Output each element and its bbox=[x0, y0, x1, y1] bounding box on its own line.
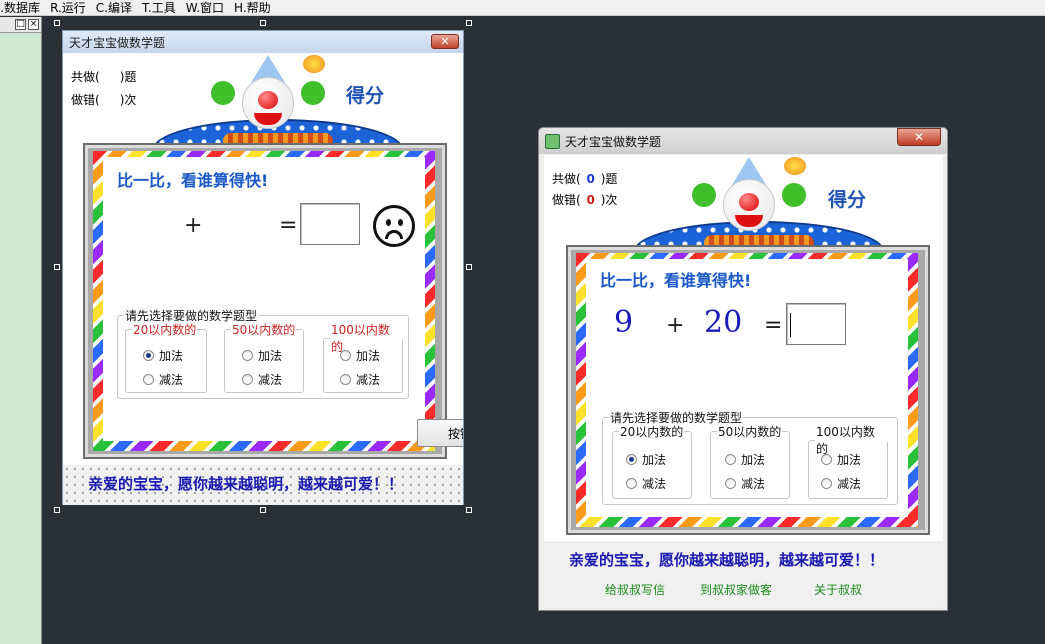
menu-help[interactable]: H.帮助 bbox=[234, 0, 271, 16]
radio-20-add[interactable]: 加法 bbox=[143, 347, 183, 364]
pin-icon[interactable]: □ bbox=[15, 19, 26, 30]
radio-100-add[interactable]: 加法 bbox=[821, 451, 861, 468]
link-write-letter[interactable]: 给叔叔写信 bbox=[605, 581, 665, 598]
equals-label: = bbox=[764, 313, 783, 338]
radio-50-sub[interactable]: 减法 bbox=[725, 475, 765, 492]
wrong-count-label: 做错()次 bbox=[71, 93, 137, 107]
close-icon: ✕ bbox=[440, 35, 450, 48]
radio-100-add[interactable]: 加法 bbox=[340, 347, 380, 364]
quiz-board: 比一比，看谁算得快! + = 请先选择要做的数学题型 20以内数的 50以内数的 bbox=[83, 143, 447, 459]
answer-input[interactable] bbox=[786, 303, 846, 345]
radio-50-add[interactable]: 加法 bbox=[725, 451, 765, 468]
operator-label: + bbox=[184, 213, 203, 238]
link-about[interactable]: 关于叔叔 bbox=[814, 581, 862, 598]
radio-20-sub[interactable]: 减法 bbox=[626, 475, 666, 492]
wish-text: 亲爱的宝宝，愿你越来越聪明，越来越可爱！！ bbox=[569, 551, 885, 569]
menu-compile[interactable]: C.编译 bbox=[96, 0, 132, 16]
design-form-title: 天才宝宝做数学题 bbox=[69, 35, 166, 50]
app-icon bbox=[545, 133, 560, 149]
design-form-titlebar[interactable]: 天才宝宝做数学题 ✕ bbox=[63, 31, 463, 53]
dock-panel-bar: □ × bbox=[0, 17, 41, 33]
design-button[interactable]: 按钮 bbox=[417, 419, 463, 447]
running-app-titlebar[interactable]: 天才宝宝做数学题 ✕ bbox=[539, 128, 947, 154]
wish-text: 亲爱的宝宝，愿你越来越聪明，越来越可爱！！ bbox=[88, 475, 404, 493]
operand-b: 20 bbox=[704, 305, 743, 340]
quiz-paper: 比一比，看谁算得快! 9 + 20 = 请先选择要做的数学题型 20以内数的 5… bbox=[586, 259, 908, 517]
quiz-headline: 比一比，看谁算得快! bbox=[117, 171, 269, 190]
wrong-count-value: 0 bbox=[586, 193, 595, 207]
running-app-title: 天才宝宝做数学题 bbox=[565, 134, 662, 149]
done-count-value: 0 bbox=[586, 172, 595, 186]
resize-handle[interactable] bbox=[466, 264, 472, 270]
score-label: 得分 bbox=[828, 189, 867, 211]
running-app-client: 共做(0)题 做错(0)次 得分 比一比，看谁算得快! 9 + 20 = bbox=[544, 155, 943, 541]
menu-bar: B.数据库 R.运行 C.编译 T.工具 W.窗口 H.帮助 bbox=[0, 0, 1045, 16]
resize-handle[interactable] bbox=[466, 507, 472, 513]
radio-50-add[interactable]: 加法 bbox=[242, 347, 282, 364]
done-count-label: 共做()题 bbox=[71, 70, 137, 84]
score-label: 得分 bbox=[346, 85, 385, 107]
link-visit[interactable]: 到叔叔家做客 bbox=[700, 581, 772, 598]
operand-a: 9 bbox=[614, 305, 634, 340]
link-write-letter[interactable]: 给叔叔写信 bbox=[124, 503, 184, 505]
link-visit[interactable]: 到叔叔家做客 bbox=[219, 503, 291, 505]
quiz-paper: 比一比，看谁算得快! + = 请先选择要做的数学题型 20以内数的 50以内数的 bbox=[103, 157, 425, 441]
answer-input[interactable] bbox=[300, 203, 360, 245]
quiz-board: 比一比，看谁算得快! 9 + 20 = 请先选择要做的数学题型 20以内数的 5… bbox=[566, 245, 930, 535]
operator-label: + bbox=[666, 313, 685, 338]
menu-run[interactable]: R.运行 bbox=[50, 0, 86, 16]
design-form-window[interactable]: 天才宝宝做数学题 ✕ 共做()题 做错()次 得分 比一比，看谁算得快! + = bbox=[62, 30, 464, 505]
resize-handle[interactable] bbox=[54, 20, 60, 26]
done-count-label: 共做(0)题 bbox=[552, 172, 618, 186]
resize-handle[interactable] bbox=[54, 264, 60, 270]
close-icon[interactable]: × bbox=[28, 19, 39, 30]
design-form-client: 共做()题 做错()次 得分 比一比，看谁算得快! + = 请先选择要做的数… bbox=[63, 53, 463, 505]
resize-handle[interactable] bbox=[260, 20, 266, 26]
radio-20-sub[interactable]: 减法 bbox=[143, 371, 183, 388]
resize-handle[interactable] bbox=[466, 20, 472, 26]
close-button[interactable]: ✕ bbox=[897, 128, 941, 146]
equals-label: = bbox=[279, 213, 298, 238]
radio-50-sub[interactable]: 减法 bbox=[242, 371, 282, 388]
close-icon: ✕ bbox=[913, 130, 925, 144]
wrong-count-label: 做错(0)次 bbox=[552, 193, 618, 207]
running-app-window[interactable]: 天才宝宝做数学题 ✕ 共做(0)题 做错(0)次 得分 比一比，看谁算得快! 9… bbox=[538, 127, 948, 611]
close-button[interactable]: ✕ bbox=[431, 34, 459, 49]
sad-face-icon bbox=[373, 205, 415, 247]
radio-100-sub[interactable]: 减法 bbox=[821, 475, 861, 492]
menu-tools[interactable]: T.工具 bbox=[142, 0, 176, 16]
resize-handle[interactable] bbox=[54, 507, 60, 513]
link-about[interactable]: 关于叔叔 bbox=[333, 503, 381, 505]
menu-database[interactable]: B.数据库 bbox=[0, 0, 40, 16]
menu-window[interactable]: W.窗口 bbox=[186, 0, 224, 16]
resize-handle[interactable] bbox=[260, 507, 266, 513]
quiz-headline: 比一比，看谁算得快! bbox=[600, 271, 752, 290]
running-app-footer: 亲爱的宝宝，愿你越来越聪明，越来越可爱！！ 给叔叔写信 到叔叔家做客 关于叔叔 bbox=[544, 541, 943, 607]
radio-20-add[interactable]: 加法 bbox=[626, 451, 666, 468]
left-dock-panel: □ × bbox=[0, 17, 42, 644]
radio-100-sub[interactable]: 减法 bbox=[340, 371, 380, 388]
